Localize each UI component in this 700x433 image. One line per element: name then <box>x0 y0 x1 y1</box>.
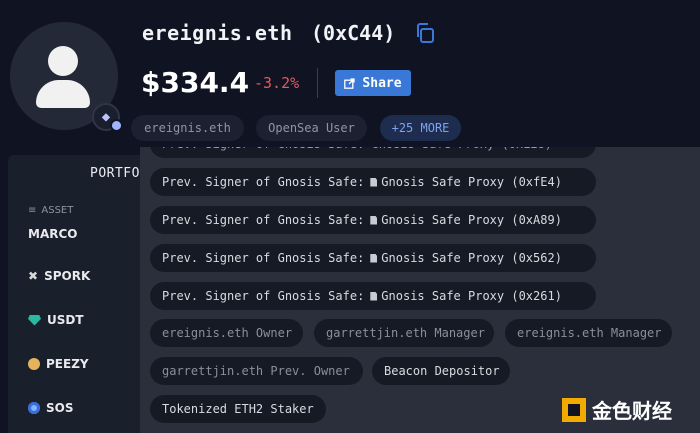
watermark-logo: 金色财经 <box>562 395 672 424</box>
asset-label: SOS <box>46 401 74 415</box>
signer-target: Gnosis Safe Proxy (0xfE4) <box>381 175 562 189</box>
document-icon <box>370 253 378 263</box>
watermark-text: 金色财经 <box>592 399 672 423</box>
asset-column-header[interactable]: ≡ ASSET <box>28 205 73 216</box>
avatar-body-shape <box>36 80 90 108</box>
tag-chip-role[interactable]: ereignis.eth Owner <box>150 319 303 347</box>
external-link-icon <box>344 77 356 89</box>
signer-target: Gnosis Safe Proxy (0x261) <box>381 289 562 303</box>
signer-prefix: Prev. Signer of Gnosis Safe: <box>162 289 365 303</box>
portfolio-panel <box>8 155 148 433</box>
asset-row-spork[interactable]: ✖ SPORK <box>28 269 90 283</box>
asset-label: MARCO <box>28 227 78 241</box>
tag-chip-signer[interactable]: Prev. Signer of Gnosis Safe: Gnosis Safe… <box>150 244 596 272</box>
document-icon <box>370 215 378 225</box>
header-divider <box>317 68 318 98</box>
asset-label: PEEZY <box>46 357 89 371</box>
tags-popover: Prev. Signer of Gnosis Safe: Gnosis Safe… <box>140 147 700 433</box>
tag-chip-role[interactable]: Tokenized ETH2 Staker <box>150 395 326 423</box>
signer-prefix: Prev. Signer of Gnosis Safe: <box>162 175 365 189</box>
balance-value: $334.4 <box>141 66 250 99</box>
filter-icon: ≡ <box>28 205 37 216</box>
tag-chip-role[interactable]: ereignis.eth Manager <box>505 319 672 347</box>
asset-row-usdt[interactable]: USDT <box>28 313 84 327</box>
spork-icon: ✖ <box>28 269 39 283</box>
signer-prefix: Prev. Signer of Gnosis Safe: <box>162 251 365 265</box>
asset-row-marco[interactable]: MARCO <box>28 227 77 241</box>
tag-chip-signer-partial[interactable]: Prev. Signer of Gnosis Safe: Gnosis Safe… <box>150 147 596 158</box>
share-button[interactable]: Share <box>335 70 411 96</box>
peezy-icon <box>28 358 40 370</box>
asset-header-label: ASSET <box>41 205 74 216</box>
tag-opensea[interactable]: OpenSea User <box>256 115 367 141</box>
eth-badge-dot <box>110 119 123 132</box>
document-icon <box>370 177 378 187</box>
asset-row-peezy[interactable]: PEEZY <box>28 357 89 371</box>
signer-prefix: Prev. Signer of Gnosis Safe: <box>162 213 365 227</box>
portfolio-tab[interactable]: PORTFO <box>90 166 140 181</box>
document-icon <box>370 291 378 301</box>
profile-address: (0xC44) <box>311 21 396 45</box>
watermark-icon <box>562 397 586 422</box>
avatar-head-shape <box>48 46 78 76</box>
asset-row-sos[interactable]: SOS <box>28 401 74 415</box>
asset-label: USDT <box>47 313 84 327</box>
asset-label: SPORK <box>44 269 91 283</box>
tag-chip-signer[interactable]: Prev. Signer of Gnosis Safe: Gnosis Safe… <box>150 168 596 196</box>
signer-target: Gnosis Safe Proxy (0xA89) <box>381 213 562 227</box>
more-tags-button[interactable]: +25 MORE <box>380 115 461 141</box>
copy-icon[interactable] <box>414 22 436 44</box>
share-label: Share <box>362 75 402 91</box>
tag-chip-role[interactable]: Beacon Depositor <box>372 357 510 385</box>
tag-chip-signer[interactable]: Prev. Signer of Gnosis Safe: Gnosis Safe… <box>150 282 596 310</box>
profile-name: ereignis.eth <box>142 21 293 45</box>
sos-icon <box>28 402 40 414</box>
signer-target: Gnosis Safe Proxy (0x562) <box>381 251 562 265</box>
tag-chip-signer[interactable]: Prev. Signer of Gnosis Safe: Gnosis Safe… <box>150 206 596 234</box>
tag-chip-role[interactable]: garrettjin.eth Prev. Owner <box>150 357 363 385</box>
balance-change: -3.2% <box>254 74 300 92</box>
tag-ens[interactable]: ereignis.eth <box>131 115 244 141</box>
usdt-icon <box>28 314 41 326</box>
tag-chip-role[interactable]: garrettjin.eth Manager <box>314 319 494 347</box>
